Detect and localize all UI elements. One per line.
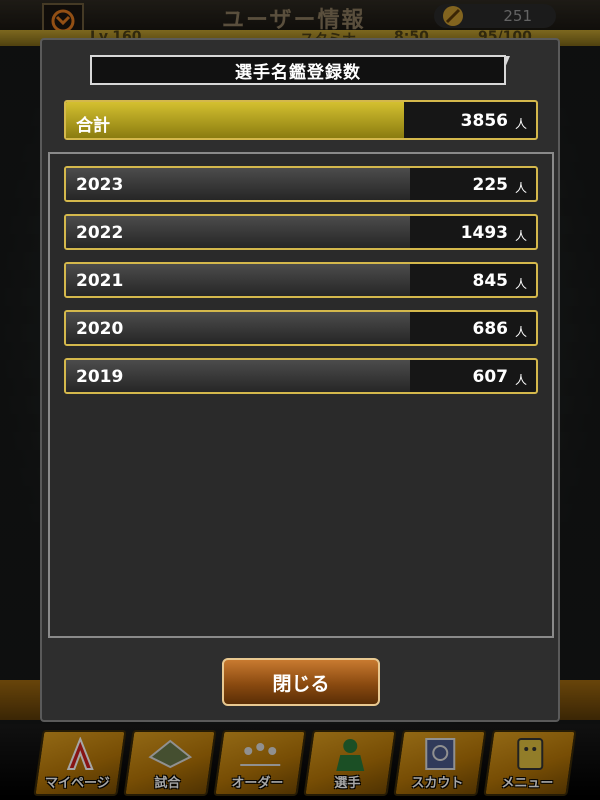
year-unit: 人 [514, 373, 527, 387]
year-label: 2023 [76, 175, 124, 195]
year-row-2019: 2019 607 人 [64, 358, 538, 394]
dialog-header: 選手名鑑登録数 [90, 55, 506, 85]
total-unit: 人 [514, 117, 527, 131]
total-row: 合計 3856 人 [64, 100, 538, 140]
year-count: 845 [472, 271, 509, 291]
year-row-2020: 2020 686 人 [64, 310, 538, 346]
year-count: 607 [472, 367, 509, 387]
year-row-2022: 2022 1493 人 [64, 214, 538, 250]
year-unit: 人 [514, 181, 527, 195]
year-unit: 人 [514, 277, 527, 291]
registration-count-dialog: 選手名鑑登録数 合計 3856 人 2023 225 人 2022 1493 人… [40, 38, 560, 722]
year-count: 1493 [460, 223, 508, 243]
year-row-2021: 2021 845 人 [64, 262, 538, 298]
year-label: 2020 [76, 319, 124, 339]
total-fill-bar [66, 102, 405, 138]
year-label: 2021 [76, 271, 124, 291]
year-label: 2019 [76, 367, 124, 387]
total-label: 合計 [76, 116, 110, 136]
total-count: 3856 [460, 111, 508, 131]
year-row-2023: 2023 225 人 [64, 166, 538, 202]
year-count: 686 [472, 319, 509, 339]
year-unit: 人 [514, 229, 527, 243]
year-count: 225 [472, 175, 509, 195]
dialog-title: 選手名鑑登録数 [235, 62, 361, 83]
year-label: 2022 [76, 223, 124, 243]
close-button[interactable]: 閉じる [222, 658, 380, 706]
year-unit: 人 [514, 325, 527, 339]
